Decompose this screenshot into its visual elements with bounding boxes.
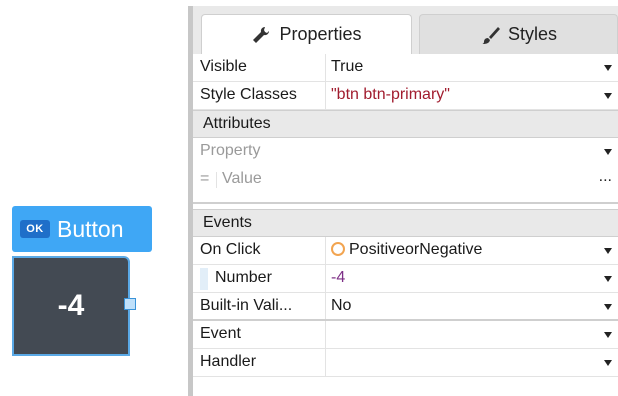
tab-properties[interactable]: Properties <box>201 14 412 54</box>
section-header-events: Events <box>193 209 618 237</box>
property-value: No <box>331 297 352 314</box>
property-name: Built-in Vali... <box>200 297 293 314</box>
dropdown-arrow-icon[interactable] <box>604 360 612 366</box>
attribute-value-input[interactable]: Value <box>222 170 262 188</box>
tab-styles[interactable]: Styles <box>419 14 618 54</box>
event-row-handler[interactable]: Handler <box>193 349 618 377</box>
widget-type-tag[interactable]: OK Button <box>12 206 152 252</box>
event-row-builtin-validation[interactable]: Built-in Vali... No <box>193 293 618 321</box>
event-row-number[interactable]: Number -4 <box>193 265 618 293</box>
property-value: -4 <box>331 269 346 286</box>
dropdown-arrow-icon[interactable] <box>604 93 612 99</box>
tab-label: Properties <box>279 24 362 44</box>
dropdown-arrow-icon[interactable] <box>604 332 612 338</box>
dropdown-arrow-icon[interactable] <box>604 248 612 254</box>
section-label: Events <box>203 214 252 231</box>
indent-marker <box>200 268 208 290</box>
property-row-style-classes[interactable]: Style Classes "btn btn-primary" <box>193 82 618 110</box>
dropdown-arrow-icon[interactable] <box>604 276 612 282</box>
section-header-attributes: Attributes <box>193 110 618 138</box>
more-button[interactable]: ... <box>599 168 612 186</box>
wrench-icon <box>253 26 270 43</box>
resize-handle[interactable] <box>124 298 136 310</box>
property-name: On Click <box>200 241 261 258</box>
property-value: "btn btn-primary" <box>331 86 450 103</box>
client-action-icon <box>331 242 345 256</box>
property-name: Visible <box>200 58 247 75</box>
ok-badge-icon: OK <box>20 220 50 238</box>
event-row-on-click[interactable]: On Click PositiveorNegative <box>193 237 618 265</box>
attribute-property-input[interactable]: Property <box>200 142 260 160</box>
event-row-event[interactable]: Event <box>193 321 618 349</box>
properties-panel: Properties Styles Visible True Style Cla… <box>193 6 618 396</box>
property-name: Style Classes <box>200 86 297 103</box>
dropdown-arrow-icon[interactable] <box>604 149 612 155</box>
property-row-visible[interactable]: Visible True <box>193 54 618 82</box>
canvas-button-label: -4 <box>57 289 85 322</box>
property-value: PositiveorNegative <box>331 241 482 259</box>
attribute-value-row[interactable]: = Value ... <box>193 166 618 194</box>
equals-sign: = <box>200 170 210 187</box>
section-label: Attributes <box>203 115 271 132</box>
panel-tabs: Properties Styles <box>193 6 618 54</box>
canvas-button-widget[interactable]: -4 <box>12 256 130 356</box>
attribute-property-row[interactable]: Property <box>193 138 618 166</box>
dropdown-arrow-icon[interactable] <box>604 65 612 71</box>
property-value: True <box>331 58 364 75</box>
widget-type-label: Button <box>57 215 124 242</box>
property-name: Number <box>215 269 272 286</box>
action-name: PositiveorNegative <box>349 241 483 258</box>
brush-icon <box>481 26 500 44</box>
dropdown-arrow-icon[interactable] <box>604 304 612 310</box>
property-name: Handler <box>200 353 257 370</box>
property-name: Event <box>200 325 241 342</box>
tab-label: Styles <box>507 24 558 44</box>
